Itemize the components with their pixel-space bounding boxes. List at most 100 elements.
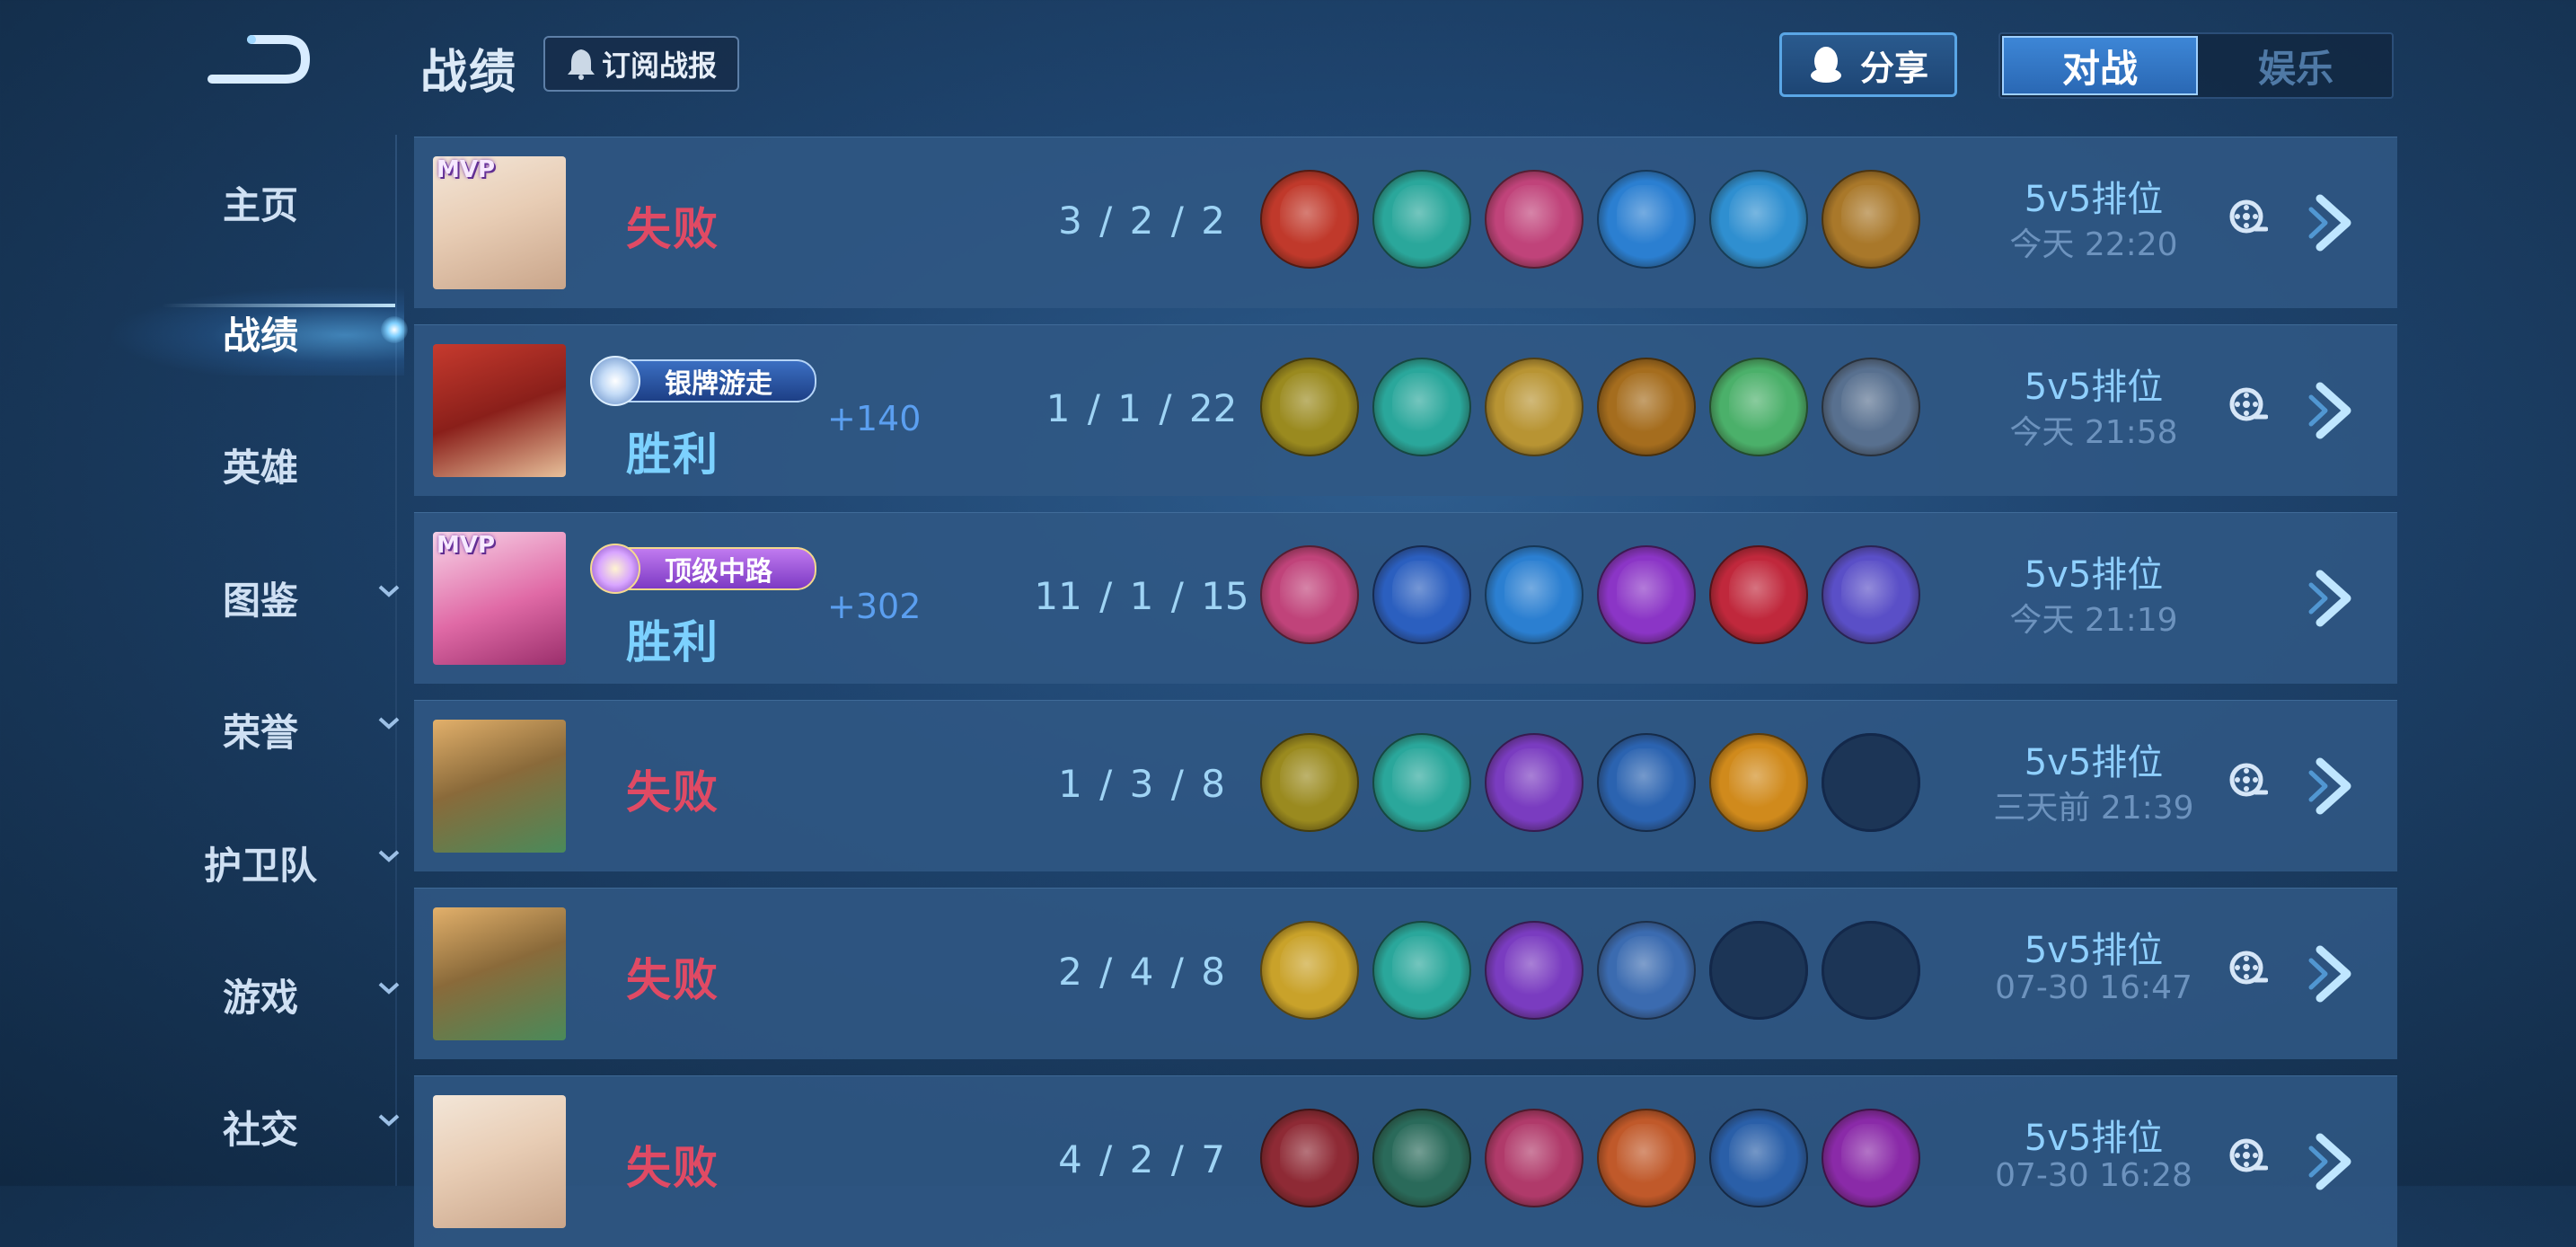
chevron-down-icon bbox=[378, 585, 400, 597]
share-button[interactable]: 分享 bbox=[1779, 32, 1957, 97]
equipment-item-icon bbox=[1709, 170, 1808, 269]
item-build bbox=[1260, 1109, 1920, 1207]
equipment-item-icon bbox=[1485, 1109, 1584, 1207]
hero-avatar bbox=[433, 344, 566, 477]
equipment-item-icon bbox=[1372, 545, 1471, 644]
sidebar-item-heroes[interactable]: 英雄 bbox=[121, 438, 400, 492]
sidebar-item-games[interactable]: 游戏 bbox=[121, 968, 400, 1022]
rank-badge-label: 银牌游走 bbox=[665, 368, 772, 400]
replay-film-icon[interactable] bbox=[2228, 1137, 2268, 1177]
sidebar-item-label: 游戏 bbox=[222, 976, 298, 1020]
chevron-right-icon[interactable] bbox=[2307, 191, 2358, 254]
hero-avatar bbox=[433, 720, 566, 853]
rank-badge-label: 顶级中路 bbox=[665, 556, 772, 588]
replay-film-icon[interactable] bbox=[2228, 386, 2268, 426]
chevron-down-icon bbox=[378, 1114, 400, 1127]
match-time: 三天前 21:39 bbox=[1993, 790, 2194, 827]
mvp-badge: MVP bbox=[437, 532, 496, 559]
equipment-item-icon bbox=[1260, 170, 1359, 269]
equipment-item-icon bbox=[1709, 1109, 1808, 1207]
match-result: 失败 bbox=[626, 954, 719, 1006]
chevron-right-icon[interactable] bbox=[2307, 567, 2358, 630]
match-result: 失败 bbox=[626, 1142, 719, 1194]
equipment-item-icon bbox=[1260, 1109, 1359, 1207]
game-mode: 5v5排位 bbox=[2024, 1118, 2164, 1159]
equipment-item-icon bbox=[1485, 545, 1584, 644]
game-mode: 5v5排位 bbox=[2024, 367, 2164, 408]
equipment-item-icon bbox=[1597, 545, 1696, 644]
subscribe-label: 订阅战报 bbox=[601, 49, 717, 83]
equipment-item-icon bbox=[1372, 921, 1471, 1020]
chevron-down-icon bbox=[378, 982, 400, 995]
match-time: 今天 22:20 bbox=[2009, 226, 2178, 263]
qq-penguin-icon bbox=[1810, 47, 1841, 83]
chevron-right-icon[interactable] bbox=[2307, 942, 2358, 1005]
sidebar-item-label: 战绩 bbox=[222, 314, 298, 358]
item-build bbox=[1260, 358, 1920, 456]
sidebar-item-home[interactable]: 主页 bbox=[121, 175, 400, 230]
replay-film-icon[interactable] bbox=[2228, 762, 2268, 801]
match-result: 胜利 bbox=[626, 616, 719, 668]
match-time: 今天 21:58 bbox=[2009, 414, 2178, 451]
match-result: 失败 bbox=[626, 766, 719, 818]
equipment-item-icon bbox=[1709, 733, 1808, 832]
match-row[interactable]: 银牌游走 胜利 +140 1 / 1 / 22 5v5排位 今天 21:58 bbox=[414, 324, 2397, 496]
bell-icon bbox=[567, 49, 595, 80]
sidebar-item-label: 图鉴 bbox=[222, 579, 298, 623]
equipment-item-icon bbox=[1485, 921, 1584, 1020]
equipment-item-icon bbox=[1260, 733, 1359, 832]
tab-entertainment[interactable]: 娱乐 bbox=[2200, 34, 2392, 97]
back-arrow-icon bbox=[207, 35, 311, 84]
equipment-item-icon bbox=[1485, 358, 1584, 456]
tab-battle[interactable]: 对战 bbox=[2002, 36, 2198, 95]
item-build bbox=[1260, 545, 1920, 644]
match-row[interactable]: MVP 顶级中路 胜利 +302 11 / 1 / 15 5v5排位 今天 21:19 bbox=[414, 512, 2397, 684]
game-mode: 5v5排位 bbox=[2024, 930, 2164, 971]
sidebar-item-label: 社交 bbox=[222, 1108, 298, 1152]
sidebar-item-label: 主页 bbox=[222, 183, 298, 227]
equipment-item-icon bbox=[1597, 921, 1696, 1020]
sidebar-item-label: 护卫队 bbox=[203, 844, 317, 888]
sidebar-item-records[interactable]: 战绩 bbox=[121, 305, 400, 360]
game-mode: 5v5排位 bbox=[2024, 742, 2164, 783]
page-title: 战绩 bbox=[420, 46, 518, 100]
chevron-down-icon bbox=[378, 850, 400, 862]
equipment-item-icon bbox=[1372, 1109, 1471, 1207]
equipment-item-icon bbox=[1822, 1109, 1920, 1207]
sidebar-item-guard[interactable]: 护卫队 bbox=[121, 836, 400, 890]
item-build bbox=[1260, 170, 1920, 269]
equipment-item-icon bbox=[1709, 545, 1808, 644]
rank-badge: 银牌游走 bbox=[590, 356, 816, 406]
replay-film-icon[interactable] bbox=[2228, 199, 2268, 238]
chevron-right-icon[interactable] bbox=[2307, 755, 2358, 818]
match-time: 07-30 16:28 bbox=[1995, 1157, 2192, 1194]
subscribe-report-button[interactable]: 订阅战报 bbox=[543, 36, 739, 92]
back-button[interactable] bbox=[205, 32, 313, 90]
match-result: 胜利 bbox=[626, 429, 719, 481]
hero-avatar bbox=[433, 907, 566, 1040]
chevron-right-icon[interactable] bbox=[2307, 379, 2358, 442]
sidebar-item-honor[interactable]: 荣誉 bbox=[121, 703, 400, 757]
equipment-item-icon bbox=[1260, 921, 1359, 1020]
chevron-right-icon[interactable] bbox=[2307, 1130, 2358, 1193]
rating-change: +140 bbox=[827, 399, 922, 438]
equipment-item-icon bbox=[1709, 358, 1808, 456]
empty-item-slot bbox=[1822, 733, 1920, 832]
empty-item-slot bbox=[1822, 921, 1920, 1020]
equipment-item-icon bbox=[1822, 170, 1920, 269]
hero-avatar: MVP bbox=[433, 532, 566, 665]
match-row[interactable]: MVP 失败 3 / 2 / 2 5v5排位 今天 22:20 bbox=[414, 137, 2397, 308]
hero-avatar bbox=[433, 1095, 566, 1228]
match-row[interactable]: 失败 1 / 3 / 8 5v5排位 三天前 21:39 bbox=[414, 700, 2397, 871]
equipment-item-icon bbox=[1485, 170, 1584, 269]
sidebar-item-codex[interactable]: 图鉴 bbox=[121, 570, 400, 625]
item-build bbox=[1260, 733, 1920, 832]
rating-change: +302 bbox=[827, 587, 922, 626]
sidebar-item-social[interactable]: 社交 bbox=[121, 1100, 400, 1154]
equipment-item-icon bbox=[1822, 545, 1920, 644]
match-row[interactable]: 失败 4 / 2 / 7 5v5排位 07-30 16:28 bbox=[414, 1075, 2397, 1247]
equipment-item-icon bbox=[1260, 358, 1359, 456]
replay-film-icon[interactable] bbox=[2228, 950, 2268, 989]
equipment-item-icon bbox=[1260, 545, 1359, 644]
match-row[interactable]: 失败 2 / 4 / 8 5v5排位 07-30 16:47 bbox=[414, 888, 2397, 1059]
